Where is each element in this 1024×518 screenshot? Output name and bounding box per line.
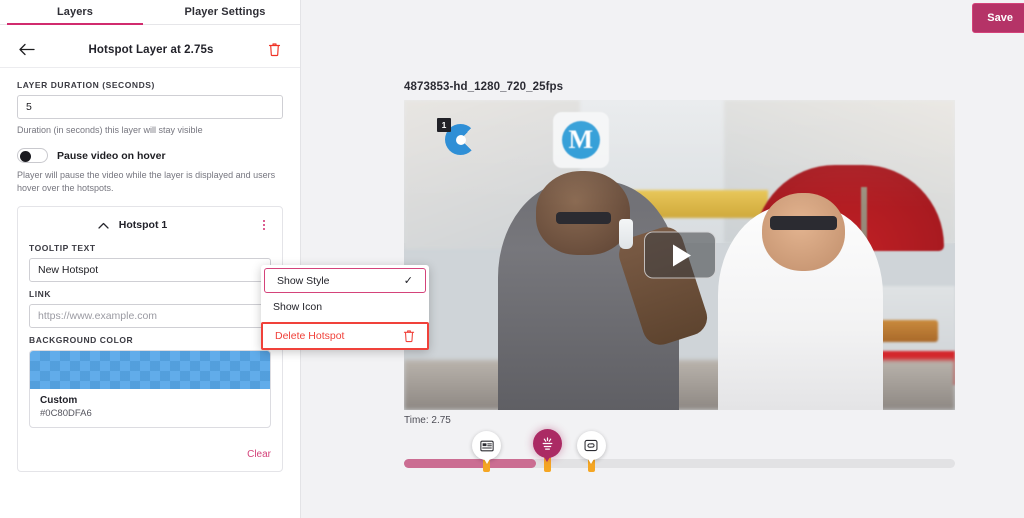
- duration-label: LAYER DURATION (SECONDS): [17, 80, 283, 90]
- current-time-label: Time: 2.75: [404, 415, 451, 426]
- duration-helper: Duration (in seconds) this layer will st…: [17, 124, 283, 137]
- tab-player-settings[interactable]: Player Settings: [150, 0, 300, 24]
- hotspot-context-menu: Show Style ✓ Show Icon Delete Hotspot: [261, 265, 429, 350]
- sidebar-panel: Layers Player Settings Hotspot Layer at …: [0, 0, 301, 518]
- tooltip-text-value: New Hotspot: [38, 264, 98, 276]
- link-input[interactable]: https://www.example.com: [29, 304, 271, 328]
- color-swatch-info: Custom #0C80DFA6: [30, 389, 270, 427]
- color-swatch-name: Custom: [40, 395, 260, 406]
- menu-item-delete-hotspot[interactable]: Delete Hotspot: [261, 322, 429, 350]
- tab-layers[interactable]: Layers: [0, 0, 150, 24]
- timeline-pin-link-layer[interactable]: [577, 431, 606, 465]
- color-swatch-hex: #0C80DFA6: [40, 408, 260, 419]
- hotspot-overlay-marker[interactable]: 1: [445, 124, 476, 155]
- hotspot-center-dot: [456, 135, 466, 145]
- menu-item-show-icon-label: Show Icon: [273, 301, 322, 313]
- hotspot-card: Hotspot 1 TOOLTIP TEXT New Hotspot LINK …: [17, 206, 283, 472]
- sidebar-tabs: Layers Player Settings: [0, 0, 300, 25]
- tab-player-settings-label: Player Settings: [185, 6, 266, 18]
- chevron-up-icon[interactable]: [98, 222, 109, 229]
- pause-video-label: Pause video on hover: [57, 150, 166, 162]
- pause-video-helper: Player will pause the video while the la…: [17, 169, 283, 195]
- video-title: 4873853-hd_1280_720_25fps: [404, 81, 563, 93]
- hotspot-title: Hotspot 1: [29, 219, 257, 231]
- clear-row: Clear: [29, 444, 271, 462]
- tooltip-text-input[interactable]: New Hotspot: [29, 258, 271, 282]
- menu-item-show-style-label: Show Style: [277, 275, 330, 287]
- play-button[interactable]: [644, 232, 716, 279]
- menu-item-show-style[interactable]: Show Style ✓: [264, 268, 426, 293]
- arrow-left-icon[interactable]: [17, 40, 37, 60]
- kebab-menu-icon[interactable]: [257, 220, 271, 230]
- background-color-label: BACKGROUND COLOR: [29, 335, 271, 345]
- color-swatch-preview: [30, 351, 270, 389]
- trash-icon[interactable]: [265, 41, 283, 59]
- color-swatch-box[interactable]: Custom #0C80DFA6: [29, 350, 271, 428]
- tooltip-text-label: TOOLTIP TEXT: [29, 243, 271, 253]
- hotspot-overlay-number: 1: [437, 118, 451, 132]
- video-preview[interactable]: M 1: [404, 100, 955, 410]
- video-layer-editor: Layers Player Settings Hotspot Layer at …: [0, 0, 1024, 518]
- clear-button[interactable]: Clear: [247, 449, 271, 460]
- pause-on-hover-row: Pause video on hover: [17, 148, 283, 163]
- hotspot-card-header: Hotspot 1: [29, 217, 271, 233]
- layer-header: Hotspot Layer at 2.75s: [0, 32, 300, 68]
- tab-layers-label: Layers: [57, 6, 93, 18]
- main-preview-area: Save 4873853-hd_1280_720_25fps M: [301, 0, 1024, 518]
- pause-video-toggle[interactable]: [17, 148, 48, 163]
- save-button[interactable]: Save: [972, 3, 1024, 33]
- duration-value: 5: [26, 101, 32, 113]
- timeline-pin-hotspot[interactable]: [533, 429, 562, 463]
- menu-item-show-icon[interactable]: Show Icon: [261, 293, 429, 320]
- link-placeholder: https://www.example.com: [38, 310, 157, 322]
- timeline-pin-text-layer[interactable]: [472, 431, 501, 465]
- check-icon: ✓: [404, 274, 413, 287]
- link-label: LINK: [29, 289, 271, 299]
- layer-settings-body: LAYER DURATION (SECONDS) 5 Duration (in …: [0, 68, 300, 518]
- timeline-scrubber[interactable]: [404, 459, 955, 468]
- page-title: Hotspot Layer at 2.75s: [37, 44, 265, 56]
- timeline-progress-fill: [404, 459, 536, 468]
- toggle-knob: [20, 151, 31, 162]
- duration-input[interactable]: 5: [17, 95, 283, 119]
- menu-item-delete-hotspot-label: Delete Hotspot: [275, 330, 344, 342]
- trash-icon: [403, 329, 415, 343]
- play-icon: [673, 244, 691, 266]
